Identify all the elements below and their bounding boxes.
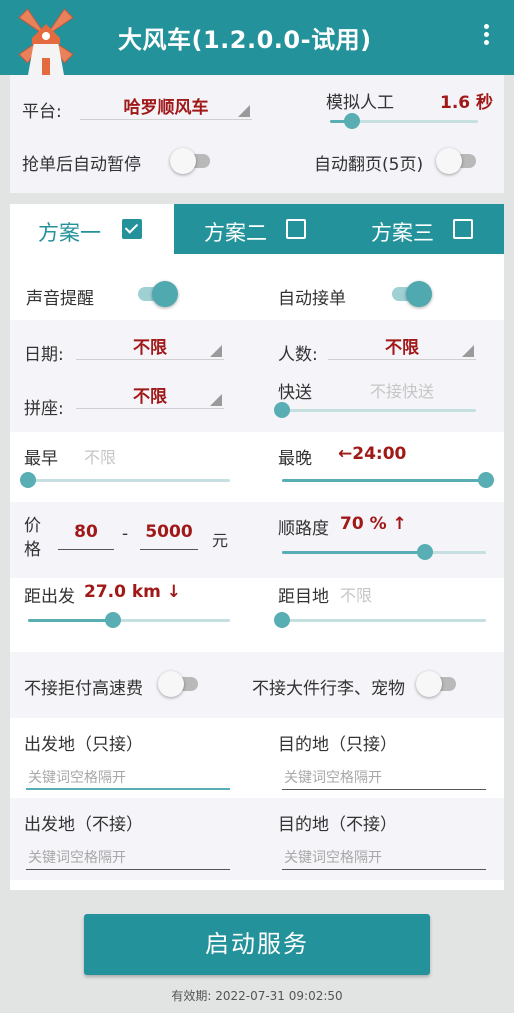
earliest-value: 不限 bbox=[84, 448, 117, 467]
dropdown-arrow-icon bbox=[462, 345, 474, 357]
earliest-slider[interactable] bbox=[20, 470, 230, 490]
tab-plan-3[interactable]: 方案三 bbox=[339, 204, 504, 254]
dist-start-label: 距出发 bbox=[24, 587, 75, 607]
auto-pause-toggle[interactable] bbox=[170, 147, 214, 175]
plan-tabs: 方案一 方案二 方案三 bbox=[10, 204, 504, 254]
price-dash: - bbox=[122, 524, 129, 544]
slider-thumb[interactable] bbox=[344, 113, 361, 129]
dest-only-label: 目的地（只接） bbox=[278, 735, 397, 755]
slider-thumb[interactable] bbox=[274, 402, 290, 418]
windmill-logo bbox=[18, 8, 74, 75]
dist-dest-value: 不限 bbox=[340, 586, 373, 605]
sound-label: 声音提醒 bbox=[26, 289, 94, 309]
price-unit: 元 bbox=[212, 531, 229, 550]
slider-thumb[interactable] bbox=[104, 612, 121, 628]
tab-plan-1[interactable]: 方案一 bbox=[10, 204, 174, 254]
origin-exclude-input[interactable]: 关键词空格隔开 bbox=[26, 842, 230, 870]
price-label: 价格 bbox=[24, 516, 41, 560]
tab-plan-2[interactable]: 方案二 bbox=[174, 204, 339, 254]
price-min-input[interactable]: 80 bbox=[58, 522, 114, 550]
route-slider[interactable] bbox=[282, 542, 486, 562]
auto-pause-label: 抢单后自动暂停 bbox=[22, 155, 141, 175]
express-slider[interactable] bbox=[274, 400, 476, 420]
date-dropdown[interactable]: 不限 bbox=[76, 330, 224, 360]
origin-only-label: 出发地（只接） bbox=[24, 735, 143, 755]
sim-label: 模拟人工 bbox=[326, 93, 394, 113]
slider-thumb[interactable] bbox=[478, 472, 494, 488]
route-label: 顺路度 bbox=[278, 519, 329, 539]
start-service-button[interactable]: 启动服务 bbox=[84, 914, 430, 975]
dropdown-arrow-icon bbox=[238, 105, 250, 117]
checkbox-icon[interactable] bbox=[453, 219, 473, 239]
people-dropdown[interactable]: 不限 bbox=[328, 330, 476, 360]
app-title: 大风车(1.2.0.0-试用) bbox=[118, 26, 372, 54]
placeholder: 关键词空格隔开 bbox=[284, 850, 382, 866]
auto-page-toggle[interactable] bbox=[436, 147, 480, 175]
latest-value: ←24:00 bbox=[338, 444, 407, 464]
sound-toggle[interactable] bbox=[134, 280, 178, 308]
placeholder: 关键词空格隔开 bbox=[28, 850, 126, 866]
route-value: 70 % ↑ bbox=[340, 514, 407, 534]
dist-start-value: 27.0 km ↓ bbox=[84, 582, 182, 602]
dest-exclude-input[interactable]: 关键词空格隔开 bbox=[282, 842, 486, 870]
app-header: 大风车(1.2.0.0-试用) bbox=[0, 0, 514, 75]
people-value: 不限 bbox=[385, 338, 419, 358]
earliest-label: 最早 bbox=[24, 449, 58, 469]
alert-row: 声音提醒 自动接单 bbox=[10, 254, 504, 320]
placeholder: 关键词空格隔开 bbox=[284, 770, 382, 786]
dest-exclude-label: 目的地（不接） bbox=[278, 815, 397, 835]
date-value: 不限 bbox=[133, 338, 167, 358]
origin-exclude-label: 出发地（不接） bbox=[24, 815, 143, 835]
price-max-input[interactable]: 5000 bbox=[140, 522, 198, 550]
sim-slider[interactable] bbox=[330, 111, 478, 131]
tab-label: 方案三 bbox=[371, 221, 434, 245]
exclude-location-row: 出发地（不接） 关键词空格隔开 目的地（不接） 关键词空格隔开 bbox=[10, 798, 504, 880]
dist-start-slider[interactable] bbox=[28, 610, 230, 630]
latest-slider[interactable] bbox=[282, 470, 494, 490]
slider-thumb[interactable] bbox=[20, 472, 36, 488]
carpool-label: 拼座: bbox=[24, 399, 64, 419]
tab-label: 方案二 bbox=[204, 221, 267, 245]
more-vert-icon[interactable] bbox=[476, 24, 496, 50]
dropdown-arrow-icon bbox=[210, 394, 222, 406]
expiry-text: 有效期: 2022-07-31 09:02:50 bbox=[171, 989, 343, 1003]
checkbox-icon[interactable] bbox=[286, 219, 306, 239]
distance-row: 距出发 27.0 km ↓ 距目地 不限 bbox=[10, 578, 504, 652]
exclusion-row: 不接拒付高速费 不接大件行李、宠物 bbox=[10, 652, 504, 718]
slider-thumb[interactable] bbox=[416, 544, 433, 560]
slider-thumb[interactable] bbox=[274, 612, 290, 628]
sim-value: 1.6 秒 bbox=[440, 93, 494, 113]
platform-value: 哈罗顺风车 bbox=[123, 98, 209, 118]
tab-label: 方案一 bbox=[38, 221, 101, 245]
dist-dest-slider[interactable] bbox=[274, 610, 486, 630]
people-label: 人数: bbox=[278, 345, 318, 365]
placeholder: 关键词空格隔开 bbox=[28, 770, 126, 786]
only-location-row: 出发地（只接） 关键词空格隔开 目的地（只接） 关键词空格隔开 bbox=[10, 718, 504, 798]
dest-only-input[interactable]: 关键词空格隔开 bbox=[282, 762, 486, 790]
no-toll-label: 不接拒付高速费 bbox=[24, 679, 143, 699]
no-toll-toggle[interactable] bbox=[158, 670, 202, 698]
auto-accept-toggle[interactable] bbox=[388, 280, 432, 308]
latest-label: 最晚 bbox=[278, 449, 312, 469]
no-luggage-toggle[interactable] bbox=[416, 670, 460, 698]
dist-dest-label: 距目地 bbox=[278, 587, 329, 607]
origin-only-input[interactable]: 关键词空格隔开 bbox=[26, 762, 230, 790]
checkbox-checked-icon[interactable] bbox=[122, 219, 142, 239]
dropdown-arrow-icon bbox=[210, 345, 222, 357]
price-row: 价格 80 - 5000 元 顺路度 70 % ↑ bbox=[10, 502, 504, 578]
platform-dropdown[interactable]: 哈罗顺风车 bbox=[80, 90, 252, 120]
filter-row-1: 日期: 不限 人数: 不限 拼座: 不限 快送 不接快送 bbox=[10, 320, 504, 432]
time-row: 最早 不限 最晚 ←24:00 bbox=[10, 432, 504, 502]
no-luggage-label: 不接大件行李、宠物 bbox=[252, 679, 405, 699]
platform-label: 平台: bbox=[22, 102, 62, 122]
auto-accept-label: 自动接单 bbox=[278, 289, 346, 309]
global-settings-panel: 平台: 哈罗顺风车 模拟人工 1.6 秒 抢单后自动暂停 自动翻页(5页) bbox=[10, 75, 504, 193]
date-label: 日期: bbox=[24, 345, 64, 365]
carpool-dropdown[interactable]: 不限 bbox=[76, 379, 224, 409]
carpool-value: 不限 bbox=[133, 387, 167, 407]
plan-card: 方案一 方案二 方案三 声音提醒 自动接单 日期: 不限 人数: 不限 拼座: bbox=[10, 204, 504, 890]
auto-page-label: 自动翻页(5页) bbox=[314, 155, 424, 175]
express-value: 不接快送 bbox=[370, 382, 435, 401]
